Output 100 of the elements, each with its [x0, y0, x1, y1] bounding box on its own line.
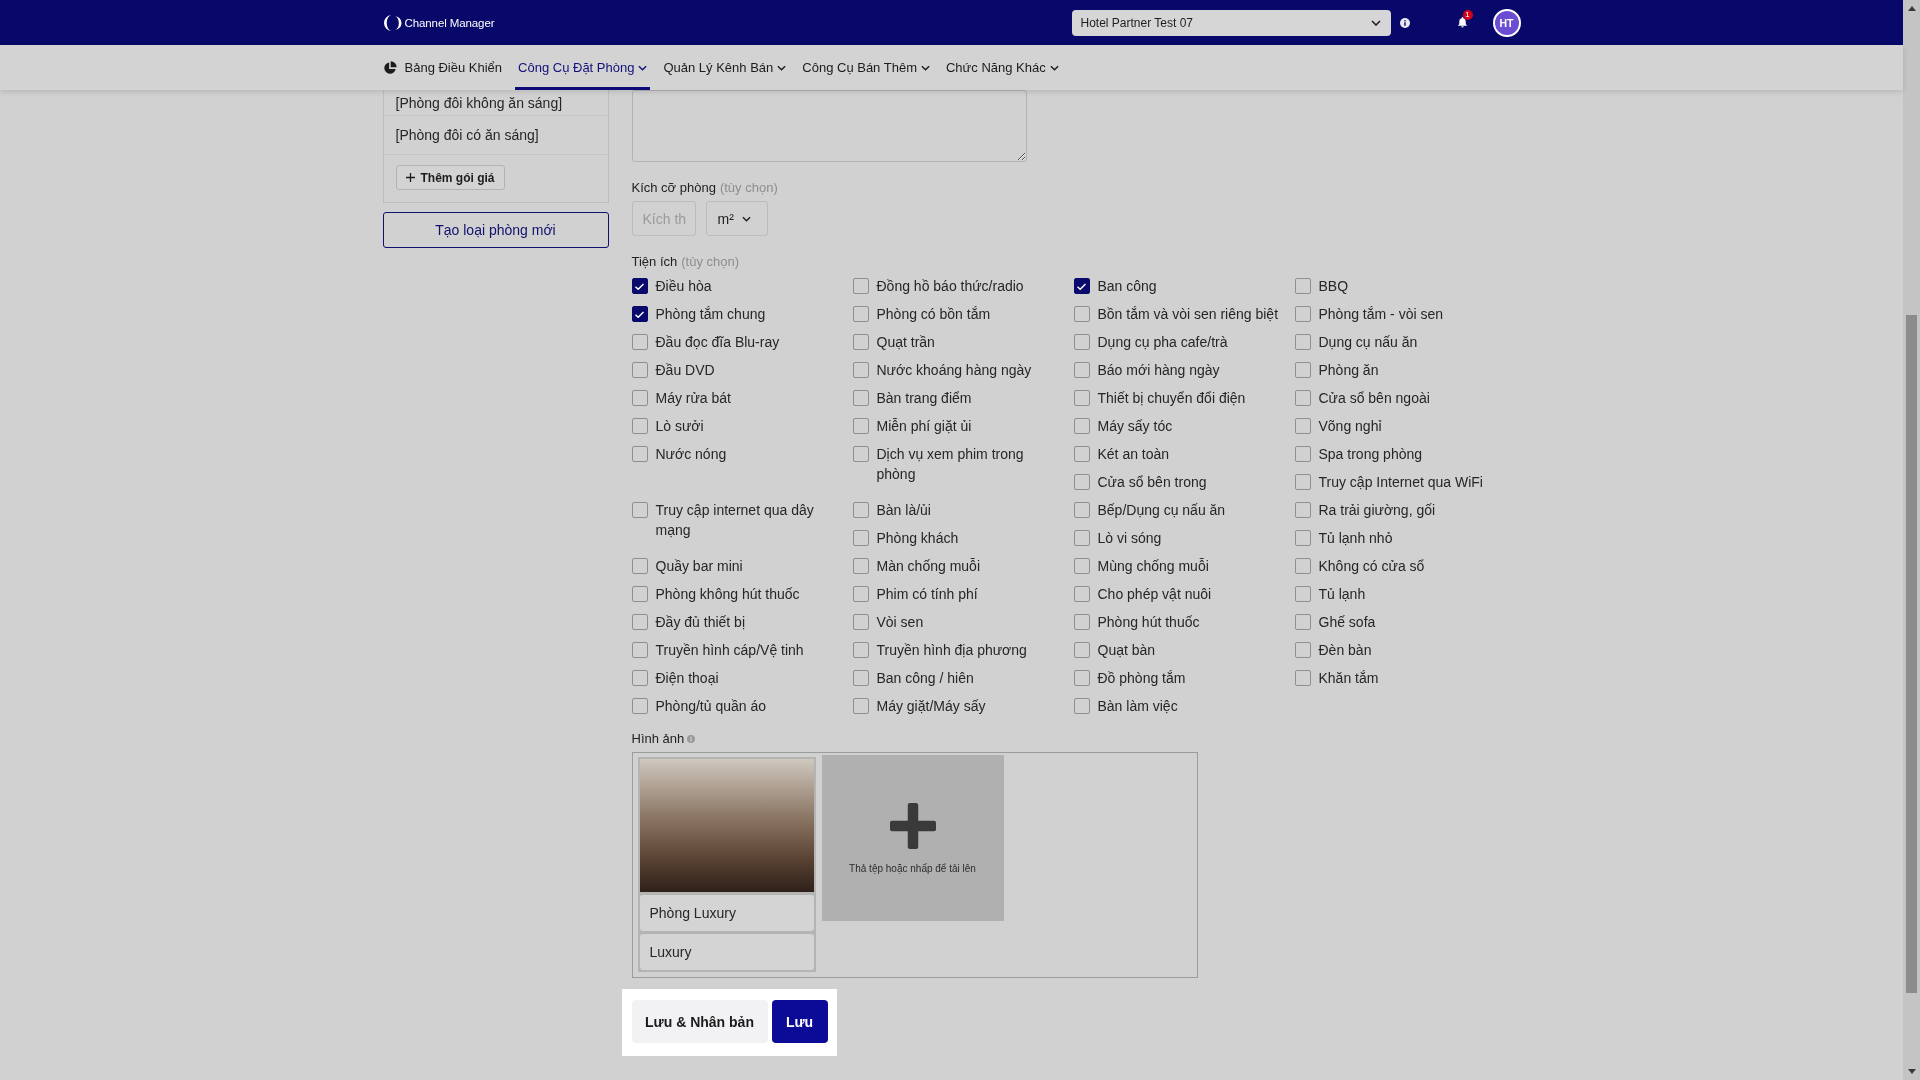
checkbox[interactable] — [1073, 418, 1090, 434]
nav-tab[interactable]: Công Cụ Đặt Phòng — [515, 45, 651, 90]
checkbox[interactable] — [631, 698, 648, 714]
checkbox[interactable] — [852, 446, 869, 462]
checkbox[interactable] — [1294, 586, 1311, 602]
checkbox[interactable] — [1073, 334, 1090, 350]
checkbox[interactable] — [1073, 586, 1090, 602]
checkbox[interactable] — [1294, 306, 1311, 322]
checkbox[interactable] — [1073, 278, 1090, 294]
scrollbar-thumb[interactable] — [1906, 315, 1917, 993]
rate-plan-item[interactable]: [Phòng đôi không ăn sáng] — [383, 90, 608, 116]
nav-tab[interactable]: Bảng Điều Khiển — [382, 45, 506, 90]
create-room-type-button[interactable]: Tạo loại phòng mới — [382, 212, 609, 248]
checkbox-label: Máy giặt/Máy sấy — [876, 697, 987, 716]
checkbox[interactable] — [1073, 614, 1090, 630]
hotel-select[interactable]: Hotel Partner Test 07 — [1071, 9, 1391, 36]
checkbox[interactable] — [1294, 390, 1311, 406]
checkbox[interactable] — [1294, 278, 1311, 294]
checkbox[interactable] — [1294, 418, 1311, 434]
scrollbar[interactable] — [1903, 0, 1920, 1080]
checkbox[interactable] — [1073, 446, 1090, 462]
unit-select[interactable]: m² — [705, 201, 768, 236]
nav-tab[interactable]: Quản Lý Kênh Bán — [660, 45, 790, 90]
optional-hint: (tùy chọn) — [719, 179, 778, 197]
checkbox[interactable] — [1073, 362, 1090, 378]
checkbox[interactable] — [631, 558, 648, 574]
checkbox[interactable] — [1294, 446, 1311, 462]
chevron-icon — [638, 64, 648, 71]
checkbox[interactable] — [852, 670, 869, 686]
checkbox[interactable] — [1073, 474, 1090, 490]
checkbox[interactable] — [1294, 642, 1311, 658]
logo-icon — [382, 13, 403, 32]
action-button[interactable]: Lưu — [771, 1000, 828, 1043]
checkbox[interactable] — [1073, 502, 1090, 518]
checkbox-label: Phòng khách — [876, 529, 960, 548]
add-rate-button[interactable]: Thêm gói giá — [395, 165, 505, 190]
checkbox[interactable] — [1073, 642, 1090, 658]
arrow-up-icon[interactable] — [1907, 6, 1916, 11]
checkbox[interactable] — [1294, 362, 1311, 378]
chevron-icon — [1049, 64, 1059, 71]
checkbox[interactable] — [1294, 614, 1311, 630]
checkbox[interactable] — [852, 278, 869, 294]
checkbox[interactable] — [631, 362, 648, 378]
nav-tab[interactable]: Công Cụ Bán Thêm — [799, 45, 933, 90]
avatar[interactable]: HT — [1492, 8, 1521, 37]
checkbox[interactable] — [852, 586, 869, 602]
checkbox[interactable] — [852, 334, 869, 350]
checkbox[interactable] — [852, 390, 869, 406]
checkbox[interactable] — [1294, 334, 1311, 350]
upload-dropzone[interactable]: Thả tệp hoặc nhấp để tải lên — [821, 755, 1004, 921]
checkbox[interactable] — [1073, 390, 1090, 406]
checkbox[interactable] — [852, 558, 869, 574]
checkbox-label: Báo mới hàng ngày — [1097, 361, 1221, 380]
checkbox[interactable] — [631, 418, 648, 434]
text-area-field[interactable] — [631, 90, 1027, 162]
checkbox[interactable] — [1073, 698, 1090, 714]
checkbox[interactable] — [631, 614, 648, 630]
checkbox[interactable] — [852, 418, 869, 434]
checkbox[interactable] — [631, 306, 648, 322]
nav-tab[interactable]: Chức Năng Khác — [942, 45, 1062, 90]
rate-plan-item[interactable]: [Phòng đôi có ăn sáng] — [383, 116, 608, 155]
checkbox-label: Bàn là/ủi — [876, 501, 932, 520]
checkbox[interactable] — [1294, 670, 1311, 686]
checkbox[interactable] — [631, 278, 648, 294]
checkbox[interactable] — [852, 362, 869, 378]
checkbox[interactable] — [1294, 530, 1311, 546]
checkbox[interactable] — [852, 614, 869, 630]
checkbox-label: Phòng có bồn tắm — [876, 305, 992, 324]
checkbox[interactable] — [1294, 558, 1311, 574]
checkbox[interactable] — [631, 586, 648, 602]
arrow-down-icon[interactable] — [1907, 1069, 1916, 1074]
checkbox[interactable] — [1073, 558, 1090, 574]
plus-icon — [889, 802, 936, 849]
checkbox[interactable] — [631, 334, 648, 350]
checkbox[interactable] — [631, 670, 648, 686]
checkbox[interactable] — [852, 530, 869, 546]
action-button[interactable]: Lưu & Nhân bản — [631, 1000, 768, 1043]
checkbox-label: Ghế sofa — [1318, 613, 1377, 632]
checkbox-label: Phòng tắm - vòi sen — [1318, 305, 1444, 324]
checkbox[interactable] — [631, 642, 648, 658]
checkbox-label: Quạt trần — [876, 333, 936, 352]
caption-field[interactable]: Luxury — [639, 934, 814, 970]
checkbox[interactable] — [852, 698, 869, 714]
info-icon[interactable] — [1399, 17, 1410, 28]
checkbox[interactable] — [852, 306, 869, 322]
checkbox[interactable] — [1073, 530, 1090, 546]
checkbox[interactable] — [852, 502, 869, 518]
checkbox-label: Phòng không hút thuốc — [655, 585, 801, 604]
checkbox[interactable] — [631, 502, 648, 518]
checkbox[interactable] — [1073, 670, 1090, 686]
checkbox[interactable] — [631, 390, 648, 406]
checkbox[interactable] — [1294, 502, 1311, 518]
checkbox-label: Đèn bàn — [1318, 641, 1373, 660]
checkbox[interactable] — [1073, 306, 1090, 322]
title-field[interactable]: Phòng Luxury — [639, 895, 814, 931]
checkbox[interactable] — [1294, 474, 1311, 490]
bell-icon[interactable] — [1455, 16, 1469, 29]
checkbox[interactable] — [852, 642, 869, 658]
checkbox[interactable] — [631, 446, 648, 462]
checkmark-icon — [635, 282, 644, 290]
